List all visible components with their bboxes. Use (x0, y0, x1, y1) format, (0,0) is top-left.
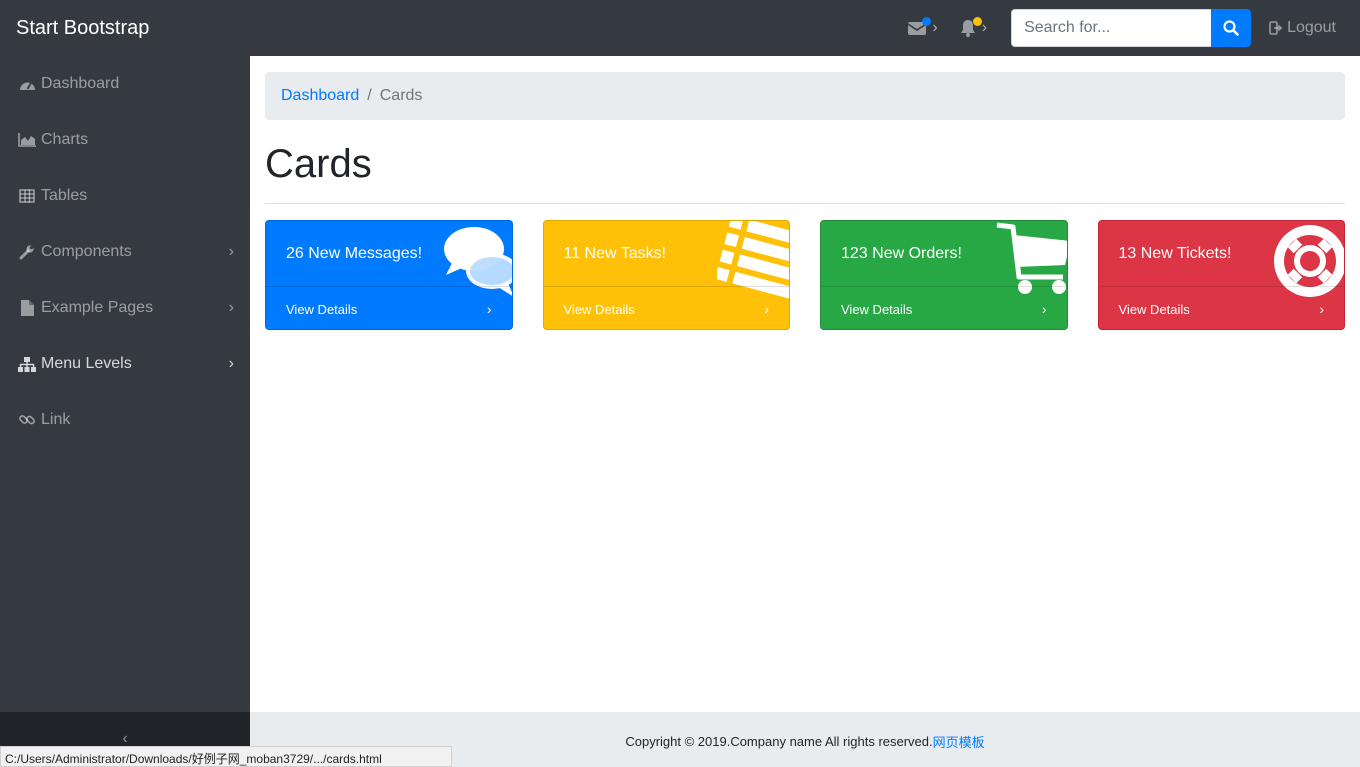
copyright-text: Copyright © 2019.Company name All rights… (625, 734, 933, 749)
divider (265, 203, 1345, 204)
browser-status-bar: C:/Users/Administrator/Downloads/好例子网_mo… (0, 746, 452, 767)
chevron-right-icon: › (1041, 301, 1047, 317)
logout-link[interactable]: Logout (1261, 19, 1360, 37)
chevron-right-icon: › (932, 19, 938, 36)
top-navbar: Start Bootstrap › › Logout (0, 0, 1360, 56)
chevron-right-icon: › (228, 243, 234, 260)
breadcrumb-separator: / (367, 87, 372, 104)
sidebar-item-dashboard[interactable]: Dashboard (0, 56, 250, 112)
card-text: 26 New Messages! (286, 244, 423, 262)
card-text: 13 New Tickets! (1118, 244, 1232, 262)
sidebar-item-link[interactable]: Link (0, 392, 250, 448)
view-details-label: View Details (841, 301, 913, 317)
alerts-indicator-dot (972, 17, 982, 26)
sitemap-icon (18, 356, 36, 372)
search-form (1011, 9, 1252, 47)
footer-link[interactable]: 网页模板 (933, 732, 985, 751)
area-chart-icon (18, 132, 36, 148)
search-button[interactable] (1211, 9, 1252, 47)
main-content: Dashboard / Cards Cards 26 New Messages!… (250, 56, 1360, 712)
sidebar-item-components[interactable]: Components › (0, 224, 250, 280)
chevron-right-icon: › (981, 19, 988, 36)
sidebar: Dashboard Charts Tables Components › Exa… (0, 56, 250, 767)
tickets-card: 13 New Tickets! View Details › (1097, 220, 1345, 330)
sidebar-item-charts[interactable]: Charts (0, 112, 250, 168)
tasks-card: 11 New Tasks! View Details › (542, 220, 790, 330)
table-icon (18, 188, 36, 204)
sidebar-item-example-pages[interactable]: Example Pages › (0, 280, 250, 336)
messages-indicator-dot (922, 17, 932, 26)
messages-dropdown[interactable]: › (908, 0, 938, 56)
brand-link[interactable]: Start Bootstrap (0, 17, 250, 40)
chevron-right-icon: › (228, 299, 234, 316)
navbar-right: › › Logout (908, 0, 1360, 56)
sidebar-item-label: Charts (41, 131, 89, 148)
view-details-link[interactable]: View Details › (1098, 286, 1344, 329)
chevron-right-icon: › (228, 355, 234, 372)
search-icon (1223, 20, 1239, 36)
breadcrumb-current: Cards (379, 87, 423, 104)
sidebar-item-label: Tables (41, 187, 88, 204)
link-icon (18, 412, 36, 428)
view-details-label: View Details (1118, 301, 1190, 317)
messages-card: 26 New Messages! View Details › (265, 220, 513, 330)
sidebar-item-label: Example Pages (41, 299, 154, 316)
dashboard-icon (18, 76, 36, 92)
view-details-label: View Details (286, 301, 358, 317)
sidebar-item-menu-levels[interactable]: Menu Levels › (0, 336, 250, 392)
alerts-dropdown[interactable]: › (960, 0, 987, 56)
search-input[interactable] (1011, 9, 1212, 47)
sidebar-item-tables[interactable]: Tables (0, 168, 250, 224)
sidebar-item-label: Dashboard (41, 75, 120, 92)
logout-label: Logout (1287, 19, 1336, 36)
card-row: 26 New Messages! View Details › 11 New T… (265, 220, 1345, 330)
sidebar-item-label: Menu Levels (41, 355, 132, 372)
sign-out-icon (1269, 21, 1283, 35)
orders-card: 123 New Orders! View Details › (820, 220, 1068, 330)
card-text: 11 New Tasks! (563, 244, 667, 262)
wrench-icon (18, 244, 36, 260)
view-details-link[interactable]: View Details › (543, 286, 789, 329)
sidebar-item-label: Components (41, 243, 132, 260)
breadcrumb-dashboard-link[interactable]: Dashboard (281, 87, 359, 105)
chevron-right-icon: › (764, 301, 769, 317)
view-details-link[interactable]: View Details › (266, 286, 512, 329)
breadcrumb: Dashboard / Cards (265, 72, 1345, 120)
page-title: Cards (265, 142, 372, 186)
file-icon (18, 300, 36, 316)
view-details-label: View Details (563, 301, 635, 317)
chevron-right-icon: › (486, 301, 492, 317)
sidebar-item-label: Link (41, 411, 71, 428)
chevron-right-icon: › (1319, 301, 1324, 317)
view-details-link[interactable]: View Details › (821, 286, 1067, 329)
card-text: 123 New Orders! (841, 244, 962, 262)
